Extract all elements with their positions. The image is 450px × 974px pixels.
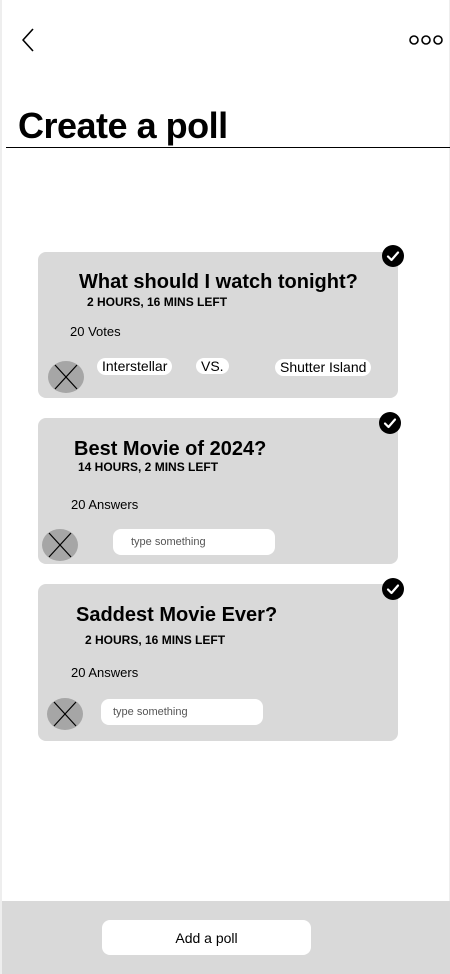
poll-option-a[interactable]: Interstellar (97, 358, 173, 375)
poll-question: What should I watch tonight? (79, 271, 358, 293)
page-title: Create a poll (18, 105, 228, 146)
poll-vs-label: VS. (196, 358, 229, 374)
poll-time-left: 2 HOURS, 16 MINS LEFT (87, 295, 228, 309)
more-horizontal-icon (409, 35, 443, 45)
app-screen: Create a poll What should I watch tonigh… (0, 0, 450, 974)
back-button[interactable] (18, 26, 42, 56)
poll-question: Saddest Movie Ever? (76, 604, 278, 626)
poll-time-left: 14 HOURS, 2 MINS LEFT (78, 460, 219, 474)
avatar[interactable] (47, 698, 83, 730)
poll-card[interactable]: What should I watch tonight? 2 HOURS, 16… (38, 252, 398, 398)
selected-check[interactable] (382, 245, 404, 267)
more-options-button[interactable] (408, 33, 444, 47)
poll-card[interactable]: Saddest Movie Ever? 2 HOURS, 16 MINS LEF… (38, 584, 398, 741)
title-divider (6, 147, 450, 148)
close-icon (48, 532, 72, 558)
poll-card[interactable]: Best Movie of 2024? 14 HOURS, 2 MINS LEF… (38, 418, 398, 564)
answer-input[interactable] (113, 529, 275, 555)
poll-question: Best Movie of 2024? (74, 438, 267, 460)
answer-input[interactable] (101, 699, 263, 725)
selected-check[interactable] (379, 412, 401, 434)
avatar[interactable] (48, 361, 84, 393)
checkmark-icon (386, 584, 400, 595)
checkmark-icon (386, 251, 400, 262)
add-poll-button[interactable]: Add a poll (102, 920, 311, 955)
avatar[interactable] (42, 529, 78, 561)
bottom-bar: Add a poll (2, 901, 450, 974)
poll-answer-count: 20 Answers (71, 497, 139, 512)
selected-check[interactable] (382, 578, 404, 600)
poll-time-left: 2 HOURS, 16 MINS LEFT (85, 633, 226, 647)
chevron-left-icon (22, 28, 34, 52)
poll-option-b[interactable]: Shutter Island (275, 359, 372, 376)
close-icon (53, 701, 77, 727)
close-icon (54, 364, 78, 390)
poll-vote-count: 20 Votes (70, 324, 121, 339)
poll-answer-count: 20 Answers (71, 665, 139, 680)
checkmark-icon (383, 418, 397, 429)
